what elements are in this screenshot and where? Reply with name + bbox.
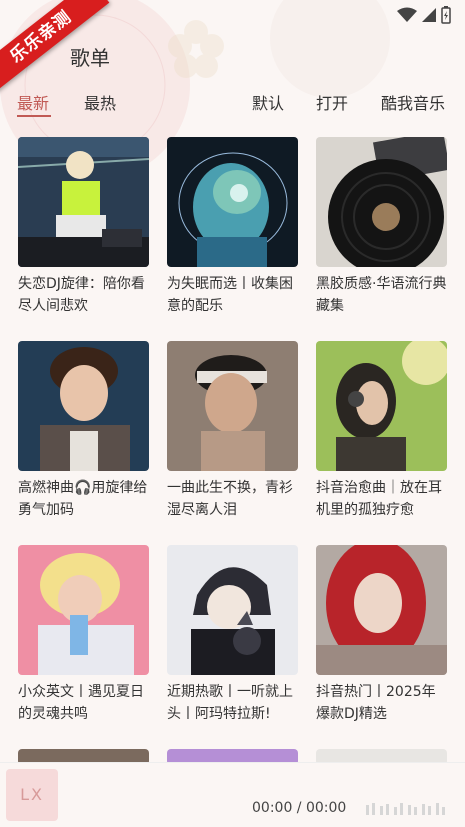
playlist-title: 高燃神曲🎧用旋律给勇气加码 (18, 480, 148, 518)
playlist-cover (167, 545, 298, 675)
playlist-cover (316, 137, 447, 267)
tab-hottest[interactable]: 最热 (84, 90, 116, 114)
status-bar (397, 6, 451, 24)
player-cover[interactable]: LX (6, 769, 58, 821)
playlist-card[interactable]: 抖音热门丨2025年爆款DJ精选 (316, 545, 447, 725)
playlist-card[interactable]: 小众英文丨遇见夏日的灵魂共鸣 (18, 545, 149, 725)
playlist-cover (316, 341, 447, 471)
playlist-cover (18, 545, 149, 675)
player-time: 00:00 / 00:00 (252, 800, 347, 816)
playlist-title: 黑胶质感·华语流行典藏集 (316, 276, 447, 314)
playlist-title: 抖音热门丨2025年爆款DJ精选 (316, 684, 436, 722)
playlist-card[interactable]: 黑胶质感·华语流行典藏集 (316, 137, 447, 317)
playlist-card[interactable]: 近期热歌丨一听就上头丨阿玛特拉斯! (167, 545, 298, 725)
playlist-card[interactable]: 高燃神曲🎧用旋律给勇气加码 (18, 341, 149, 521)
playlist-cover (316, 545, 447, 675)
open-button[interactable]: 打开 (316, 90, 348, 114)
playlist-title: 近期热歌丨一听就上头丨阿玛特拉斯! (167, 684, 293, 722)
playlist-title: 小众英文丨遇见夏日的灵魂共鸣 (18, 684, 144, 722)
playlist-cover (18, 137, 149, 267)
playlist-cover (167, 137, 298, 267)
signal-icon (422, 8, 436, 22)
playlist-title: 一曲此生不换，青衫湿尽离人泪 (167, 480, 293, 518)
playlist-card[interactable]: 抖音治愈曲｜放在耳机里的孤独疗愈 (316, 341, 447, 521)
playlist-title: 抖音治愈曲｜放在耳机里的孤独疗愈 (316, 480, 442, 518)
battery-icon (441, 6, 451, 24)
tab-latest[interactable]: 最新 (17, 90, 49, 114)
playlist-card[interactable]: 一曲此生不换，青衫湿尽离人泪 (167, 341, 298, 521)
mini-player[interactable]: LX 00:00 / 00:00 (0, 762, 465, 827)
page-title: 歌单 (70, 46, 110, 70)
playlist-card[interactable]: 为失眠而选丨收集困意的配乐 (167, 137, 298, 317)
playlist-card[interactable]: 失恋DJ旋律：陪你看尽人间悲欢 (18, 137, 149, 317)
playlist-cover (167, 341, 298, 471)
wifi-icon (397, 7, 417, 22)
playlist-title: 为失眠而选丨收集困意的配乐 (167, 276, 293, 314)
playlist-title: 失恋DJ旋律：陪你看尽人间悲欢 (18, 276, 145, 314)
active-tab-indicator (17, 115, 51, 117)
source-kuwo-button[interactable]: 酷我音乐 (381, 90, 445, 114)
sort-default-button[interactable]: 默认 (252, 90, 284, 114)
player-visualizer-icon (366, 803, 445, 815)
tabs-row: 最新 最热 默认 打开 酷我音乐 (0, 90, 465, 118)
playlist-cover (18, 341, 149, 471)
